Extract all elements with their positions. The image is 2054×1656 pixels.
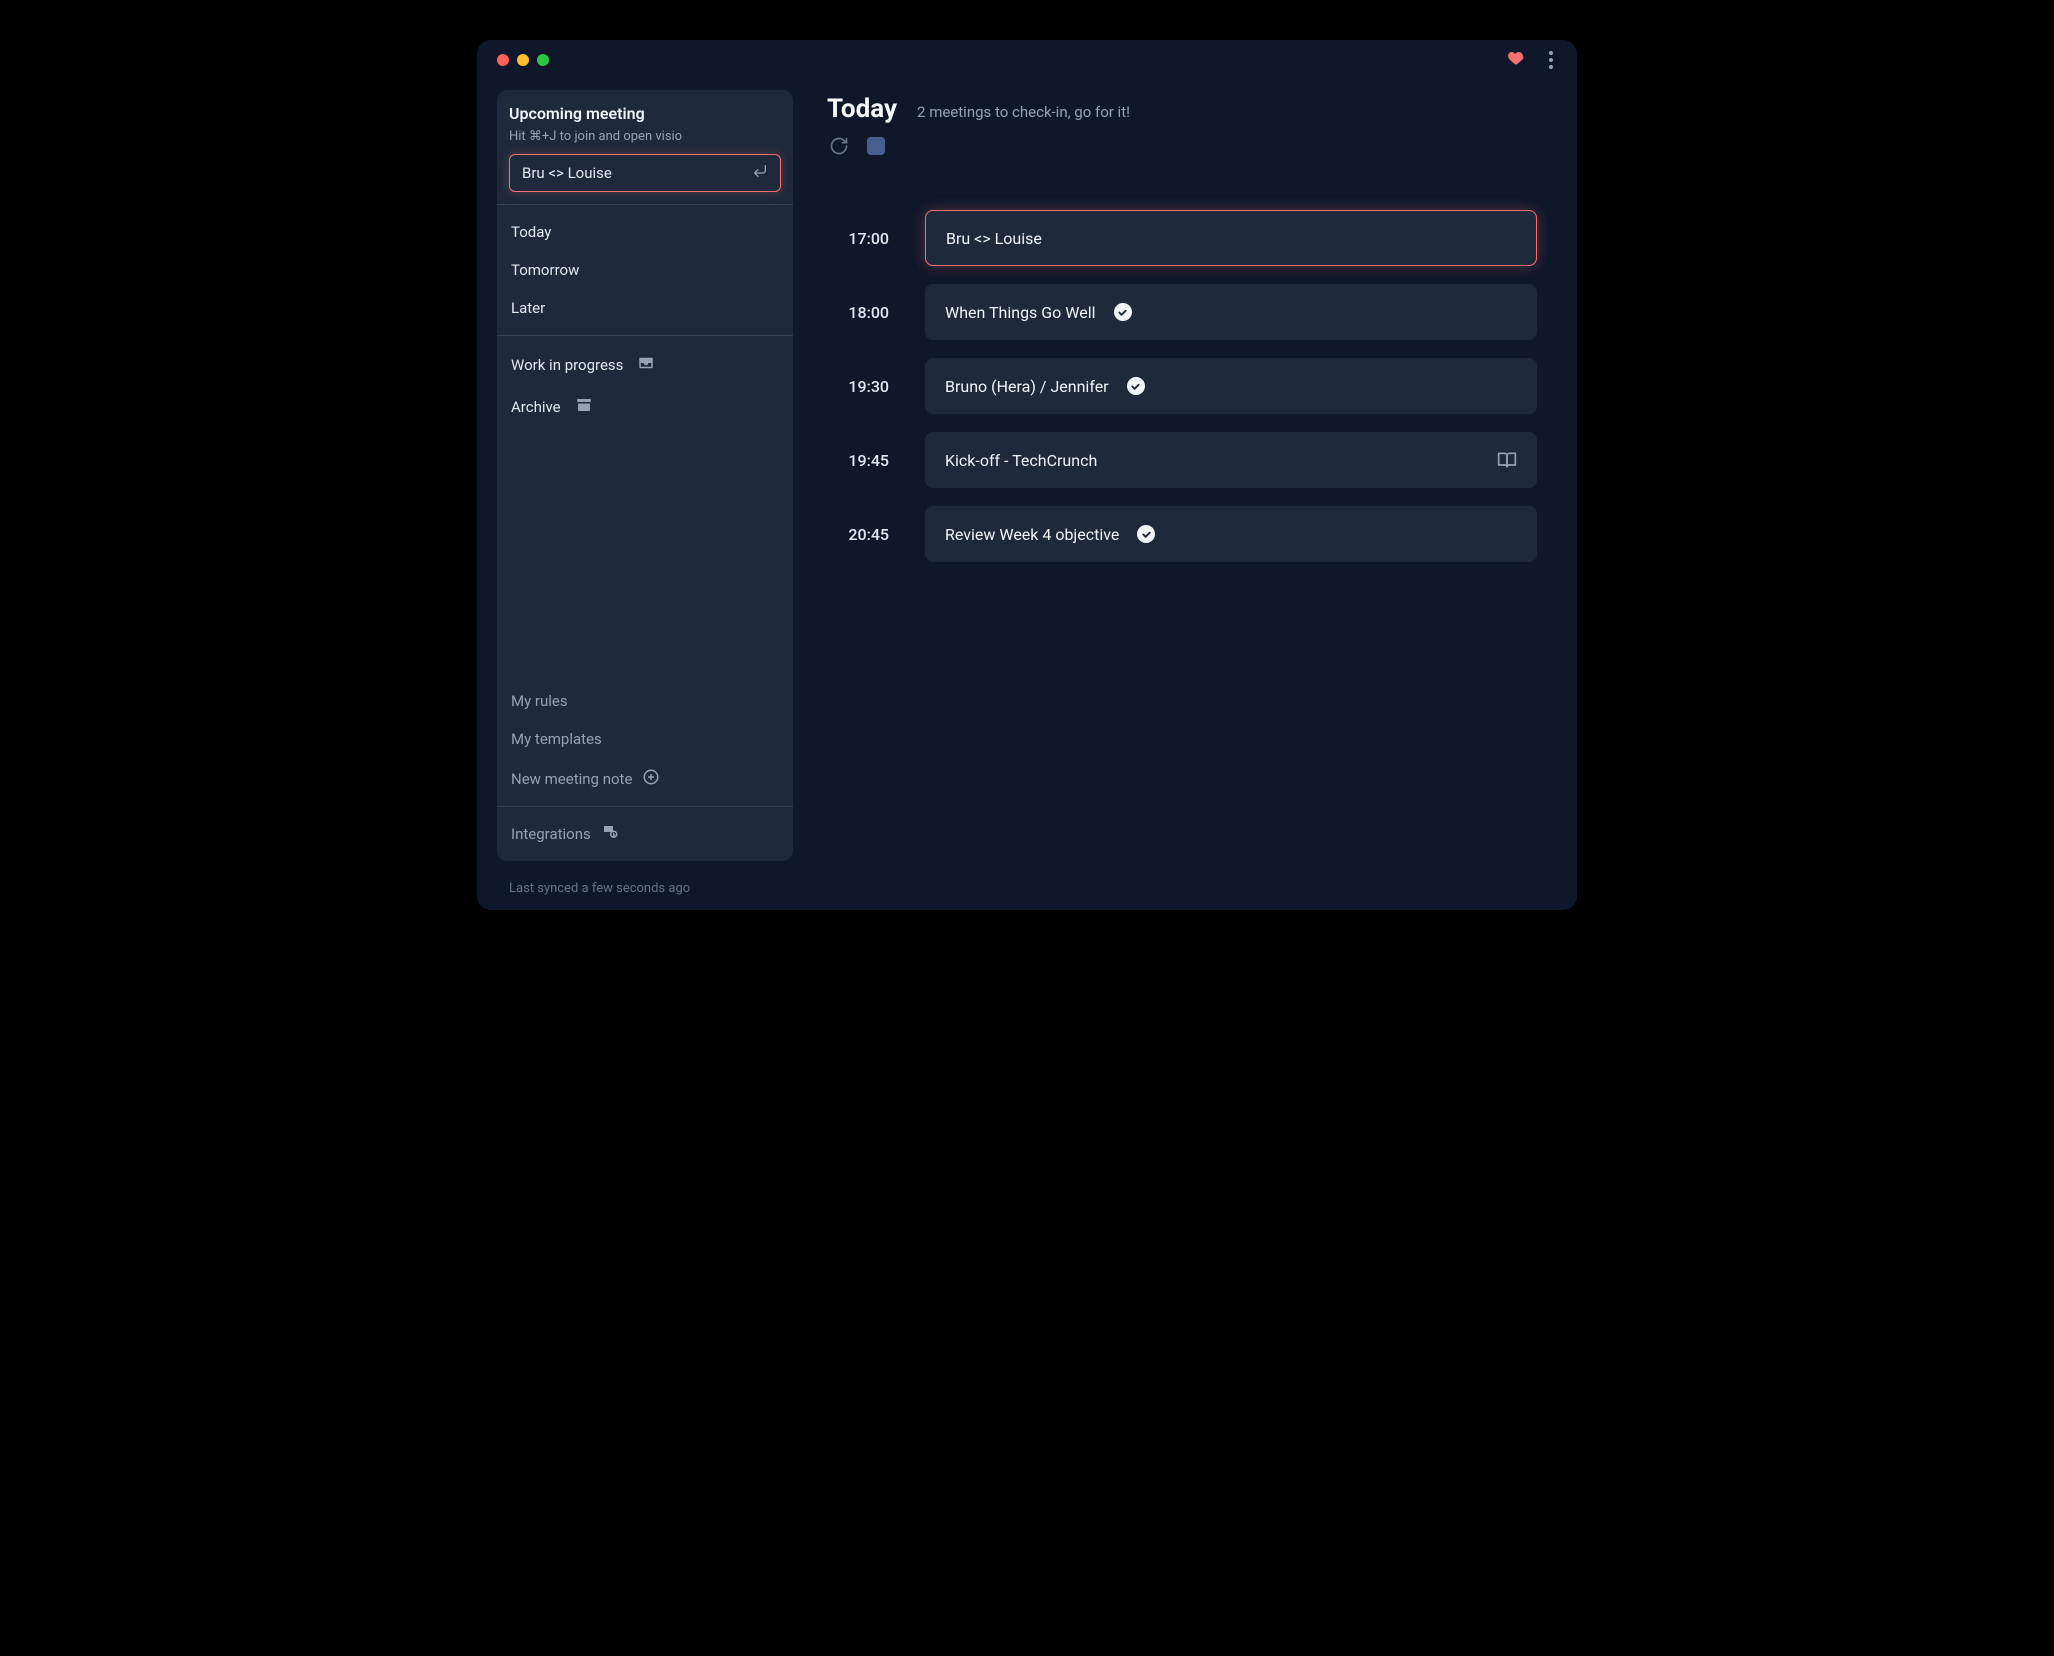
sidebar-bottom-list: My rules My templates New meeting note [497, 676, 793, 806]
nav-list-primary: Today Tomorrow Later [497, 205, 793, 335]
sidebar-item-label: My rules [511, 692, 568, 710]
window-minimize-button[interactable] [517, 54, 529, 66]
upcoming-current-meeting[interactable]: Bru <> Louise [509, 154, 781, 192]
archive-icon [575, 396, 593, 418]
meeting-title: Bruno (Hera) / Jennifer [945, 377, 1109, 396]
check-circle-icon [1114, 303, 1132, 321]
meeting-card[interactable]: Review Week 4 objective [925, 506, 1537, 562]
sidebar-item-label: Tomorrow [511, 261, 579, 279]
schedule-row: 19:30 Bruno (Hera) / Jennifer [827, 358, 1537, 414]
meeting-time: 20:45 [827, 525, 889, 544]
sidebar: Upcoming meeting Hit ⌘+J to join and ope… [497, 90, 793, 861]
sidebar-item-today[interactable]: Today [497, 213, 793, 251]
upcoming-title: Upcoming meeting [509, 104, 781, 123]
meeting-title: Kick-off - TechCrunch [945, 451, 1097, 470]
sidebar-item-wip[interactable]: Work in progress [497, 344, 793, 386]
sidebar-item-label: Integrations [511, 825, 591, 843]
meeting-card[interactable]: Bruno (Hera) / Jennifer [925, 358, 1537, 414]
traffic-lights [497, 54, 549, 66]
meeting-title: Review Week 4 objective [945, 525, 1119, 544]
sidebar-item-label: Today [511, 223, 551, 241]
titlebar [477, 40, 1577, 80]
upcoming-current-label: Bru <> Louise [522, 164, 612, 182]
meeting-card[interactable]: Bru <> Louise [925, 210, 1537, 266]
meeting-time: 18:00 [827, 303, 889, 322]
main-header: Today 2 meetings to check-in, go for it! [827, 94, 1537, 124]
enter-icon [752, 163, 768, 183]
sidebar-integrations-section: Integrations [497, 807, 793, 861]
refresh-button[interactable] [829, 136, 849, 156]
schedule-row: 18:00 When Things Go Well [827, 284, 1537, 340]
meeting-title: When Things Go Well [945, 303, 1096, 322]
sidebar-item-label: New meeting note [511, 770, 632, 788]
upcoming-meeting-card: Upcoming meeting Hit ⌘+J to join and ope… [497, 90, 793, 204]
sync-status: Last synced a few seconds ago [477, 871, 1577, 910]
sidebar-item-label: My templates [511, 730, 602, 748]
meeting-title: Bru <> Louise [946, 229, 1042, 248]
heart-icon[interactable] [1507, 49, 1525, 72]
sidebar-item-later[interactable]: Later [497, 289, 793, 327]
window-maximize-button[interactable] [537, 54, 549, 66]
window-close-button[interactable] [497, 54, 509, 66]
titlebar-right [1507, 47, 1557, 73]
app-window: Upcoming meeting Hit ⌘+J to join and ope… [477, 40, 1577, 910]
page-subtitle: 2 meetings to check-in, go for it! [917, 103, 1130, 121]
integrations-icon [601, 823, 619, 845]
sidebar-item-integrations[interactable]: Integrations [497, 813, 793, 855]
meeting-time: 19:30 [827, 377, 889, 396]
sidebar-item-tomorrow[interactable]: Tomorrow [497, 251, 793, 289]
schedule-row: 19:45 Kick-off - TechCrunch [827, 432, 1537, 488]
nav-list-secondary: Work in progress Archive [497, 336, 793, 436]
meeting-time: 17:00 [827, 229, 889, 248]
upcoming-hint: Hit ⌘+J to join and open visio [509, 129, 781, 144]
toolbar [827, 136, 1537, 156]
sidebar-item-new-note[interactable]: New meeting note [497, 758, 793, 800]
schedule: 17:00 Bru <> Louise 18:00 When Things Go We… [827, 210, 1537, 562]
main: Today 2 meetings to check-in, go for it!… [793, 80, 1577, 871]
meeting-card[interactable]: Kick-off - TechCrunch [925, 432, 1537, 488]
meeting-card[interactable]: When Things Go Well [925, 284, 1537, 340]
check-circle-icon [1137, 525, 1155, 543]
content: Upcoming meeting Hit ⌘+J to join and ope… [477, 80, 1577, 871]
sidebar-spacer [497, 436, 793, 676]
meeting-time: 19:45 [827, 451, 889, 470]
sidebar-item-rules[interactable]: My rules [497, 682, 793, 720]
plus-circle-icon [642, 768, 660, 790]
schedule-row: 17:00 Bru <> Louise [827, 210, 1537, 266]
check-circle-icon [1127, 377, 1145, 395]
book-icon[interactable] [1497, 450, 1517, 470]
page-title: Today [827, 94, 897, 124]
sidebar-item-label: Later [511, 299, 545, 317]
inbox-icon [637, 354, 655, 376]
sidebar-item-templates[interactable]: My templates [497, 720, 793, 758]
sidebar-item-label: Work in progress [511, 356, 623, 374]
more-menu-button[interactable] [1545, 47, 1557, 73]
schedule-row: 20:45 Review Week 4 objective [827, 506, 1537, 562]
sidebar-item-label: Archive [511, 398, 561, 416]
stop-button[interactable] [867, 137, 885, 155]
sidebar-item-archive[interactable]: Archive [497, 386, 793, 428]
